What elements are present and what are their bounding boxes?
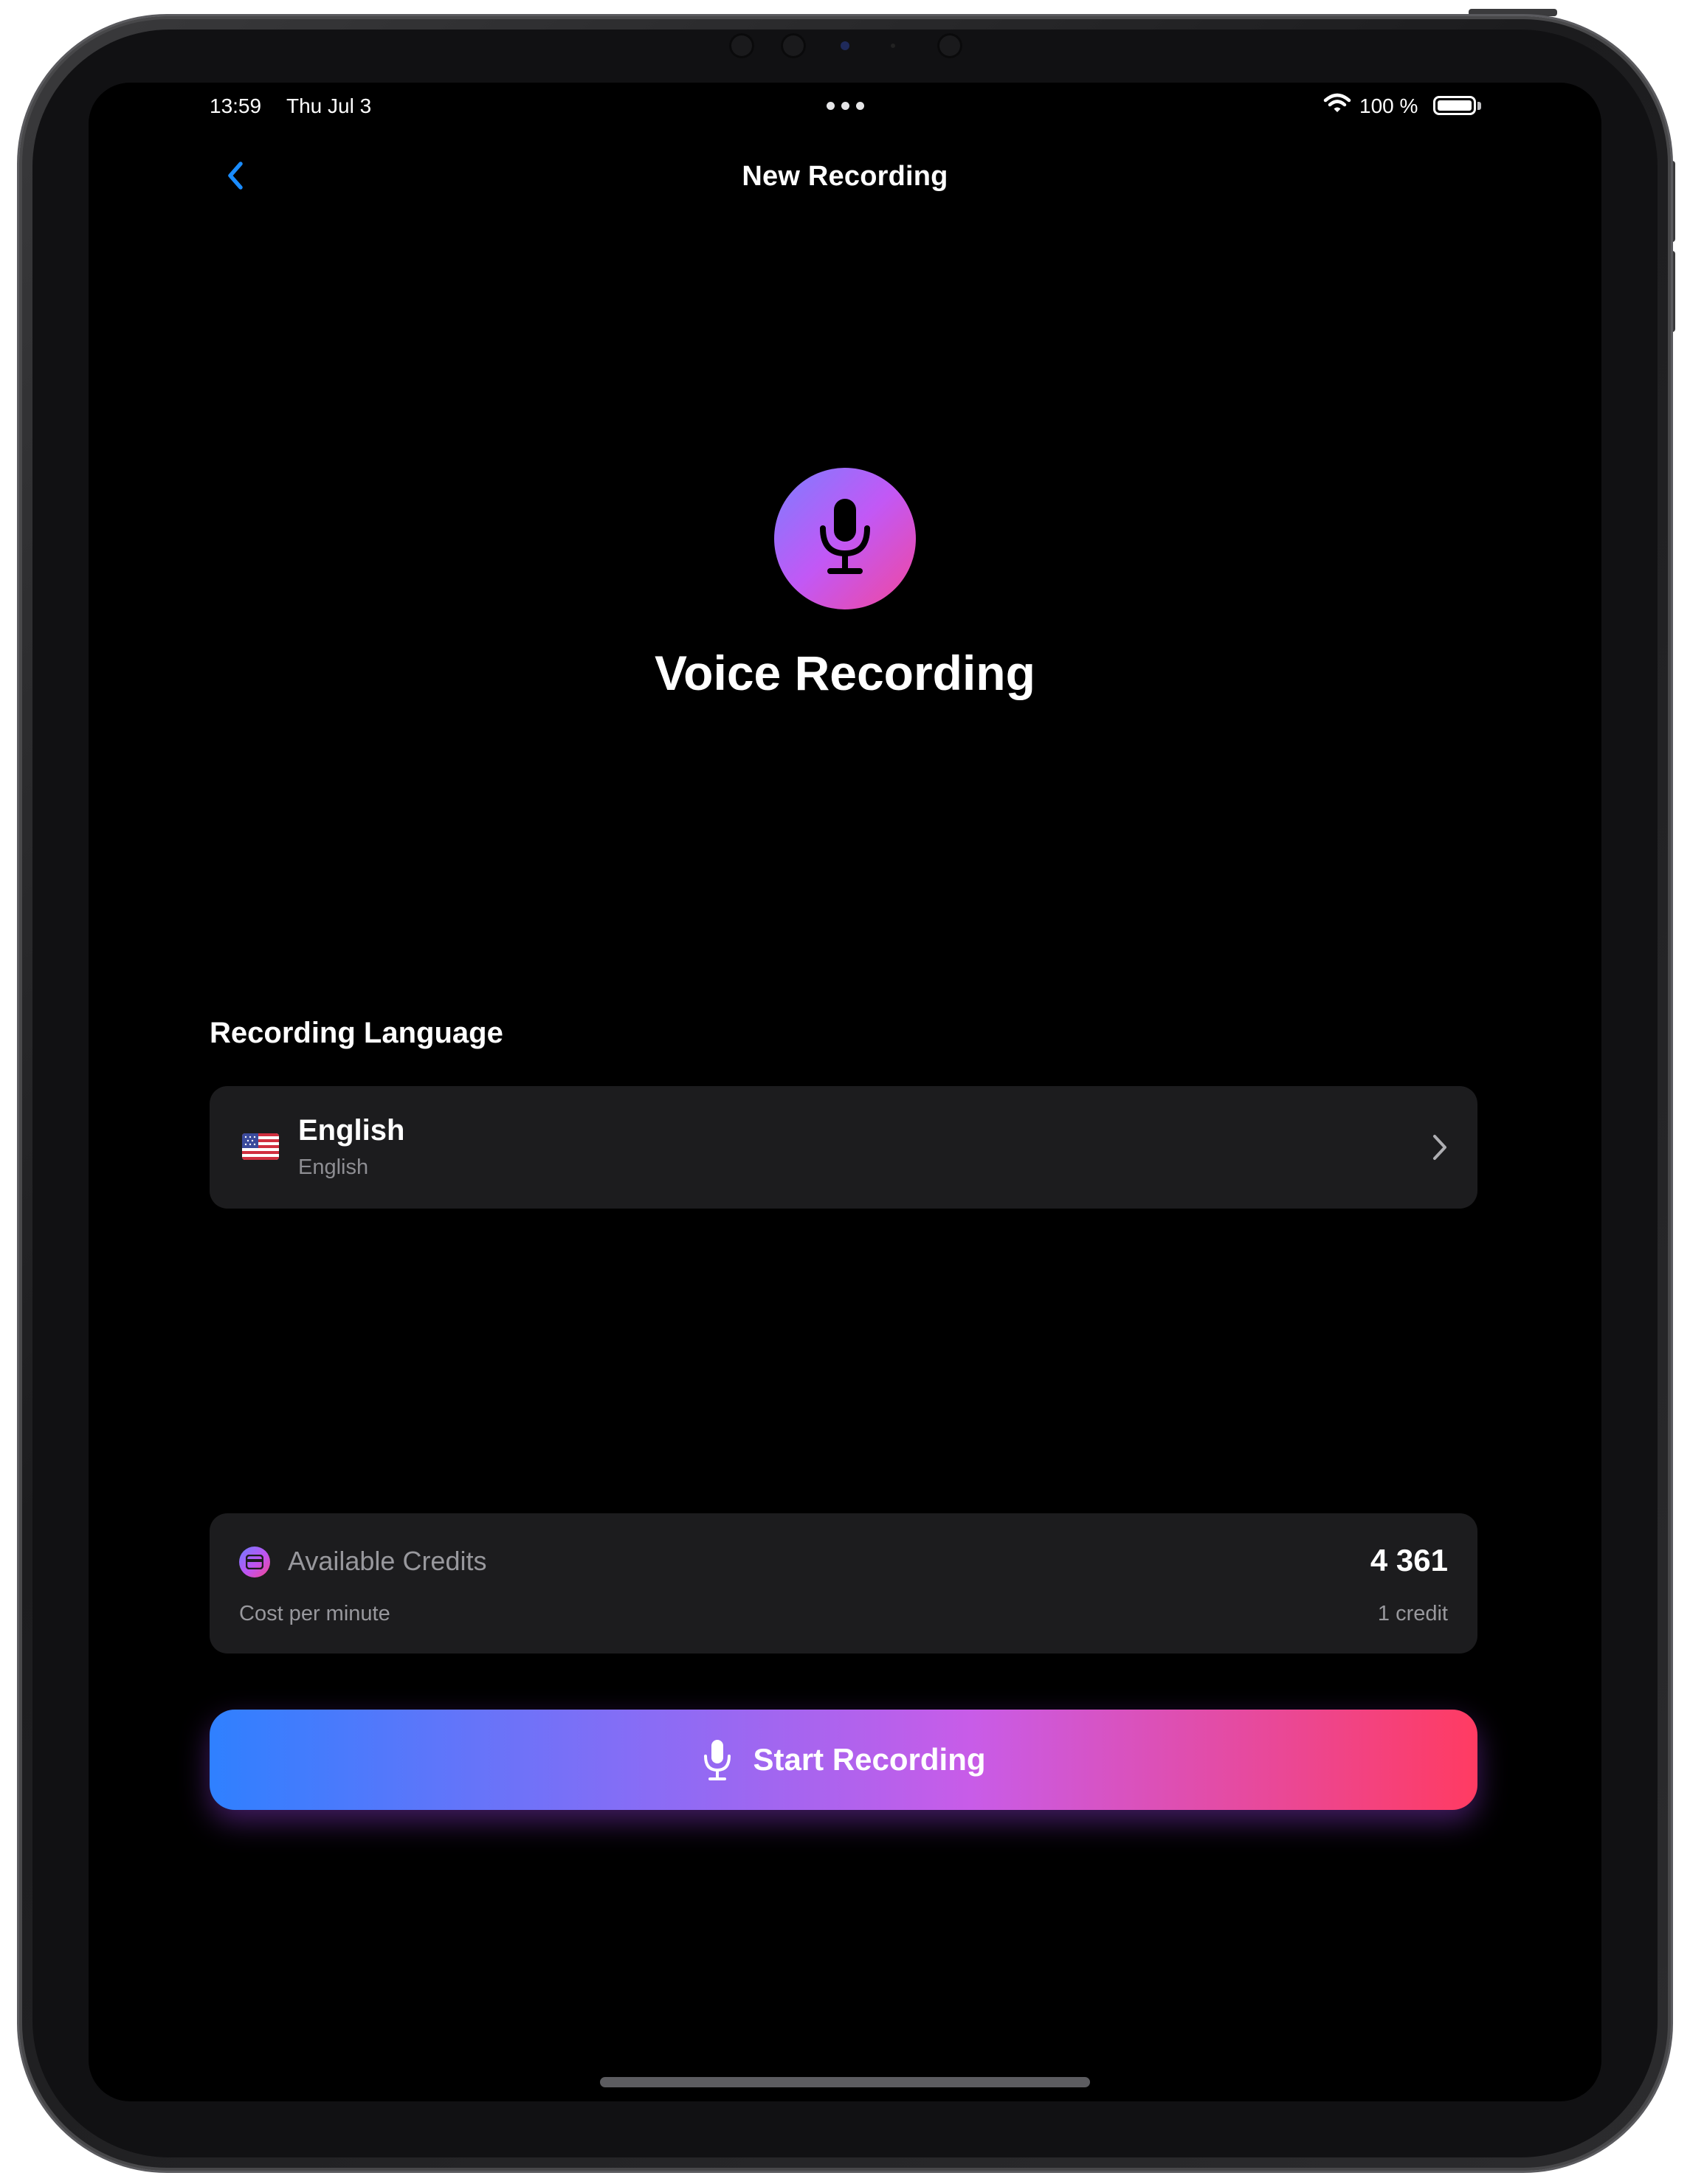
- sensor-icon: [781, 33, 806, 58]
- navigation-bar: New Recording: [89, 148, 1601, 207]
- home-indicator[interactable]: [600, 2077, 1090, 2087]
- cost-value: 1 credit: [1377, 1602, 1448, 1625]
- voice-recording-badge: [774, 468, 916, 609]
- microphone-icon: [704, 1740, 731, 1780]
- start-recording-button[interactable]: Start Recording: [210, 1710, 1477, 1810]
- credits-card: Available Credits 4 361 Cost per minute …: [210, 1513, 1477, 1653]
- microphone-icon: [820, 499, 870, 574]
- camera-array: [0, 33, 1690, 63]
- wifi-icon: [1323, 93, 1351, 112]
- sensor-icon: [937, 33, 962, 58]
- us-flag-icon: [242, 1133, 279, 1160]
- page-title: New Recording: [742, 161, 948, 192]
- status-bar: 13:59 Thu Jul 3 100 %: [89, 83, 1601, 127]
- status-date: Thu Jul 3: [286, 94, 372, 117]
- hero-title: Voice Recording: [655, 646, 1035, 700]
- battery-percentage: 100 %: [1359, 94, 1418, 117]
- language-native-name: English: [298, 1155, 369, 1179]
- sensor-icon: [891, 44, 895, 48]
- screen: 13:59 Thu Jul 3 100 % New Recording Voic…: [89, 83, 1601, 2101]
- start-recording-label: Start Recording: [753, 1742, 986, 1777]
- sensor-icon: [729, 33, 754, 58]
- credits-value: 4 361: [1370, 1543, 1448, 1577]
- section-label-language: Recording Language: [210, 1017, 503, 1049]
- power-button: [1469, 9, 1557, 16]
- status-time: 13:59: [210, 94, 262, 117]
- multitasking-dots-icon[interactable]: [827, 97, 865, 112]
- cost-label: Cost per minute: [239, 1602, 390, 1625]
- camera-lens-icon: [841, 41, 849, 50]
- credit-card-icon: [239, 1547, 270, 1577]
- credits-label: Available Credits: [288, 1546, 487, 1576]
- chevron-right-icon: [1433, 1135, 1446, 1160]
- battery-icon: [1433, 96, 1476, 115]
- language-selector[interactable]: English English: [210, 1086, 1477, 1209]
- language-name: English: [298, 1114, 405, 1147]
